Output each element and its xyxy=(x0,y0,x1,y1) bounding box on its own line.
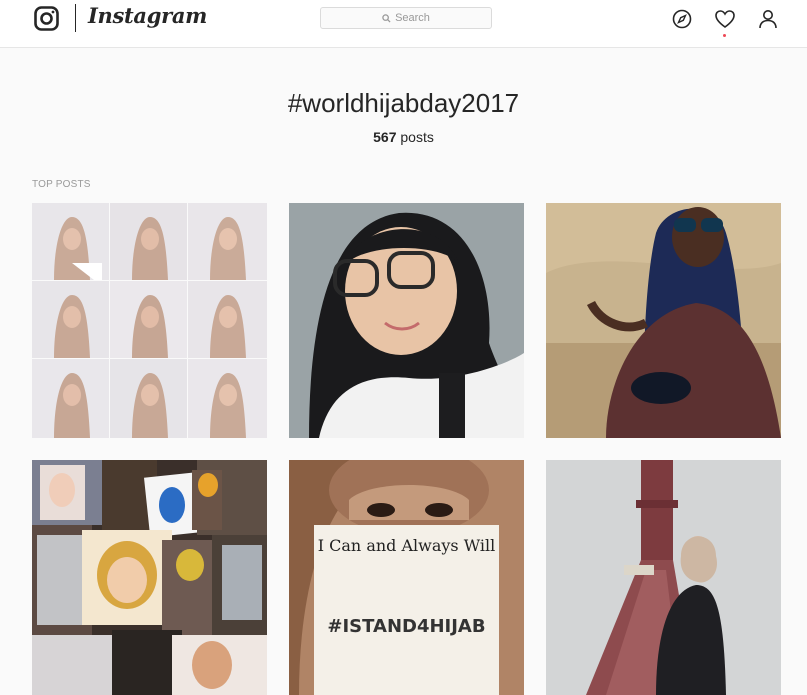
compass-icon[interactable] xyxy=(671,8,693,30)
hashtag-title: #worldhijabday2017 xyxy=(287,88,520,118)
post-thumbnail-sunglasses[interactable] xyxy=(546,203,781,438)
search-input[interactable]: Search xyxy=(320,7,492,29)
post-thumbnail-boat[interactable] xyxy=(546,460,781,695)
sign-image xyxy=(289,460,524,695)
sunglasses-image xyxy=(546,203,781,438)
top-navigation-bar: Instagram Search xyxy=(0,0,807,48)
boat-image xyxy=(546,460,781,695)
sign-line-1: I Can and Always Will xyxy=(317,536,496,555)
search-icon xyxy=(382,13,391,23)
post-thumbnail-grid-collage[interactable] xyxy=(32,203,267,438)
top-posts-label: TOP POSTS xyxy=(32,179,91,190)
notification-dot xyxy=(723,34,726,37)
post-count-number: 567 xyxy=(373,129,397,145)
selfie-image xyxy=(289,203,524,438)
instagram-wordmark[interactable]: Instagram xyxy=(88,3,207,28)
search-placeholder: Search xyxy=(395,12,430,24)
heart-icon[interactable] xyxy=(714,8,736,30)
post-thumbnail-sign[interactable]: I Can and Always Will #ISTAND4HIJAB xyxy=(289,460,524,695)
collage-image xyxy=(32,203,267,438)
post-count-suffix: posts xyxy=(396,129,434,145)
post-thumbnail-selfie-glasses[interactable] xyxy=(289,203,524,438)
post-thumbnail-collage[interactable] xyxy=(32,460,267,695)
post-count: 567 posts xyxy=(0,129,807,145)
person-icon[interactable] xyxy=(757,8,779,30)
instagram-logo-icon[interactable] xyxy=(34,6,59,31)
collage-image xyxy=(32,460,267,695)
logo-divider xyxy=(75,4,76,32)
